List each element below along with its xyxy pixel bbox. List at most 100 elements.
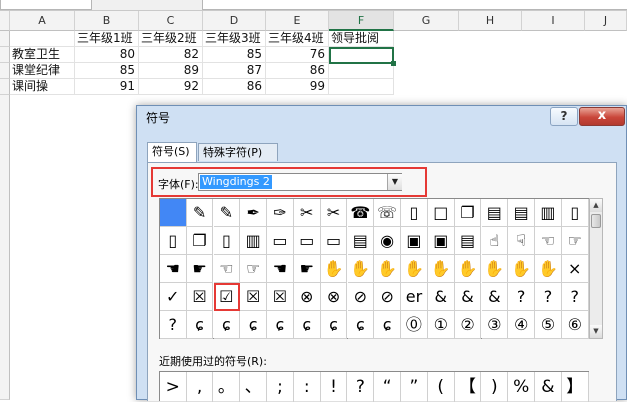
symbol-cell[interactable]: ❐ <box>186 227 214 255</box>
symbol-cell[interactable]: ☞ <box>562 227 589 255</box>
cell[interactable]: 80 <box>75 47 139 63</box>
symbol-cell[interactable]: ɕ <box>186 311 214 339</box>
symbol-cell[interactable]: × <box>562 255 589 283</box>
symbol-cell[interactable]: ☜ <box>535 227 562 255</box>
symbol-cell[interactable]: ɕ <box>347 311 375 339</box>
active-cell-selection[interactable] <box>329 47 396 66</box>
symbol-cell[interactable]: ⊘ <box>347 283 375 311</box>
font-dropdown[interactable]: Wingdings 2 <box>198 173 402 191</box>
recent-symbol-cell[interactable]: : <box>294 372 321 402</box>
recent-symbol-cell[interactable]: ( <box>428 372 455 402</box>
recent-symbol-cell[interactable]: & <box>535 372 562 402</box>
symbol-cell[interactable]: ☚ <box>160 255 187 283</box>
symbol-cell[interactable]: ✋ <box>428 255 455 283</box>
recent-symbol-cell[interactable]: % <box>508 372 535 402</box>
symbol-cell[interactable]: ⑥ <box>562 311 589 339</box>
scroll-up-icon[interactable]: ▲ <box>590 199 602 212</box>
cell[interactable]: 课间操 <box>10 79 75 95</box>
cell[interactable]: 领导批阅 <box>329 31 394 47</box>
symbol-cell[interactable]: ☒ <box>267 283 294 311</box>
recent-symbol-cell[interactable]: > <box>160 372 187 402</box>
symbol-cell[interactable]: ⊘ <box>374 283 401 311</box>
symbol-cell[interactable]: ✋ <box>401 255 428 283</box>
scrollbar-thumb[interactable] <box>591 214 601 228</box>
symbol-cell[interactable]: ɕ <box>267 311 294 339</box>
symbol-cell[interactable]: ✂ <box>320 199 348 227</box>
symbol-cell[interactable]: ? <box>535 283 562 311</box>
cell[interactable]: 85 <box>75 63 139 79</box>
row-header[interactable] <box>0 95 10 400</box>
column-header-b[interactable]: B <box>75 11 139 31</box>
cell[interactable]: 99 <box>266 79 329 95</box>
symbol-cell[interactable]: ? <box>562 283 589 311</box>
cell[interactable]: 教室卫生 <box>10 47 75 63</box>
recent-symbol-cell[interactable]: “ <box>374 372 401 402</box>
cell[interactable]: 91 <box>75 79 139 95</box>
symbol-cell[interactable]: ▯ <box>160 227 187 255</box>
symbol-cell[interactable]: ✓ <box>160 283 187 311</box>
column-header-e[interactable]: E <box>266 11 329 31</box>
symbol-cell[interactable]: ✋ <box>481 255 509 283</box>
recent-symbol-cell[interactable]: ? <box>348 372 375 402</box>
symbol-cell[interactable]: ▯ <box>562 199 589 227</box>
cell[interactable]: 三年级1班 <box>75 31 139 47</box>
row-header[interactable] <box>0 47 10 63</box>
symbol-cell[interactable]: & <box>428 283 455 311</box>
symbol-cell[interactable]: ◉ <box>374 227 401 255</box>
dialog-titlebar[interactable]: 符号 ? x <box>137 106 626 128</box>
symbol-cell[interactable]: ☞ <box>240 255 267 283</box>
cell[interactable]: 课堂纪律 <box>10 63 75 79</box>
select-all-corner[interactable] <box>0 11 10 31</box>
symbol-cell[interactable]: ✒ <box>240 199 267 227</box>
symbol-cell[interactable]: ✑ <box>267 199 294 227</box>
cell[interactable]: 82 <box>139 47 203 63</box>
column-header-d[interactable]: D <box>203 11 266 31</box>
cell[interactable] <box>329 63 394 79</box>
symbol-cell[interactable]: □ <box>428 199 455 227</box>
symbol-cell[interactable]: ▯ <box>401 199 428 227</box>
column-header-c[interactable]: C <box>139 11 203 31</box>
symbol-cell[interactable]: ② <box>454 311 482 339</box>
recent-symbol-cell[interactable]: ) <box>482 372 509 402</box>
symbol-cell[interactable]: ③ <box>481 311 509 339</box>
symbol-cell[interactable]: ɕ <box>213 311 241 339</box>
chevron-down-icon[interactable]: ▼ <box>387 174 402 190</box>
recent-symbol-cell[interactable]: ” <box>401 372 428 402</box>
symbol-cell[interactable]: ɕ <box>320 311 348 339</box>
tab-symbols[interactable]: 符号(S) <box>147 142 197 162</box>
symbol-cell[interactable]: ? <box>508 283 535 311</box>
symbol-cell[interactable] <box>160 199 187 227</box>
symbol-cell[interactable]: er <box>401 283 428 311</box>
symbol-cell[interactable]: ✋ <box>374 255 401 283</box>
cell[interactable] <box>10 31 75 47</box>
symbol-cell[interactable]: ▤ <box>508 199 535 227</box>
cell[interactable]: 76 <box>266 47 329 63</box>
column-header-g[interactable]: G <box>394 11 459 31</box>
cell[interactable]: 87 <box>203 63 266 79</box>
symbol-cell[interactable]: ▣ <box>428 227 455 255</box>
cell[interactable]: 92 <box>139 79 203 95</box>
recent-symbol-cell[interactable]: 】 <box>562 372 589 402</box>
cell[interactable]: 85 <box>203 47 266 63</box>
symbol-cell[interactable]: ▤ <box>454 227 482 255</box>
symbol-cell[interactable]: ▥ <box>535 199 562 227</box>
symbol-cell[interactable]: ▤ <box>347 227 375 255</box>
row-header[interactable] <box>0 31 10 47</box>
symbol-cell[interactable]: ☜ <box>213 255 241 283</box>
symbol-cell[interactable]: ✋ <box>347 255 375 283</box>
recent-symbol-cell[interactable]: , <box>187 372 214 402</box>
symbol-cell[interactable]: & <box>454 283 482 311</box>
symbol-cell[interactable]: ☚ <box>267 255 294 283</box>
symbol-cell[interactable]: ☛ <box>294 255 321 283</box>
row-header[interactable] <box>0 63 10 79</box>
symbol-cell[interactable]: ④ <box>508 311 535 339</box>
tab-special-characters[interactable]: 特殊字符(P) <box>198 143 278 161</box>
symbol-cell[interactable]: ☒ <box>186 283 214 311</box>
help-button[interactable]: ? <box>550 107 578 126</box>
symbol-cell[interactable]: ▥ <box>240 227 267 255</box>
column-header-a[interactable]: A <box>10 11 75 31</box>
symbol-cell[interactable]: & <box>481 283 509 311</box>
symbol-cell[interactable]: ☛ <box>186 255 214 283</box>
symbol-cell[interactable]: ✂ <box>294 199 321 227</box>
symbol-cell[interactable]: ☎ <box>347 199 375 227</box>
